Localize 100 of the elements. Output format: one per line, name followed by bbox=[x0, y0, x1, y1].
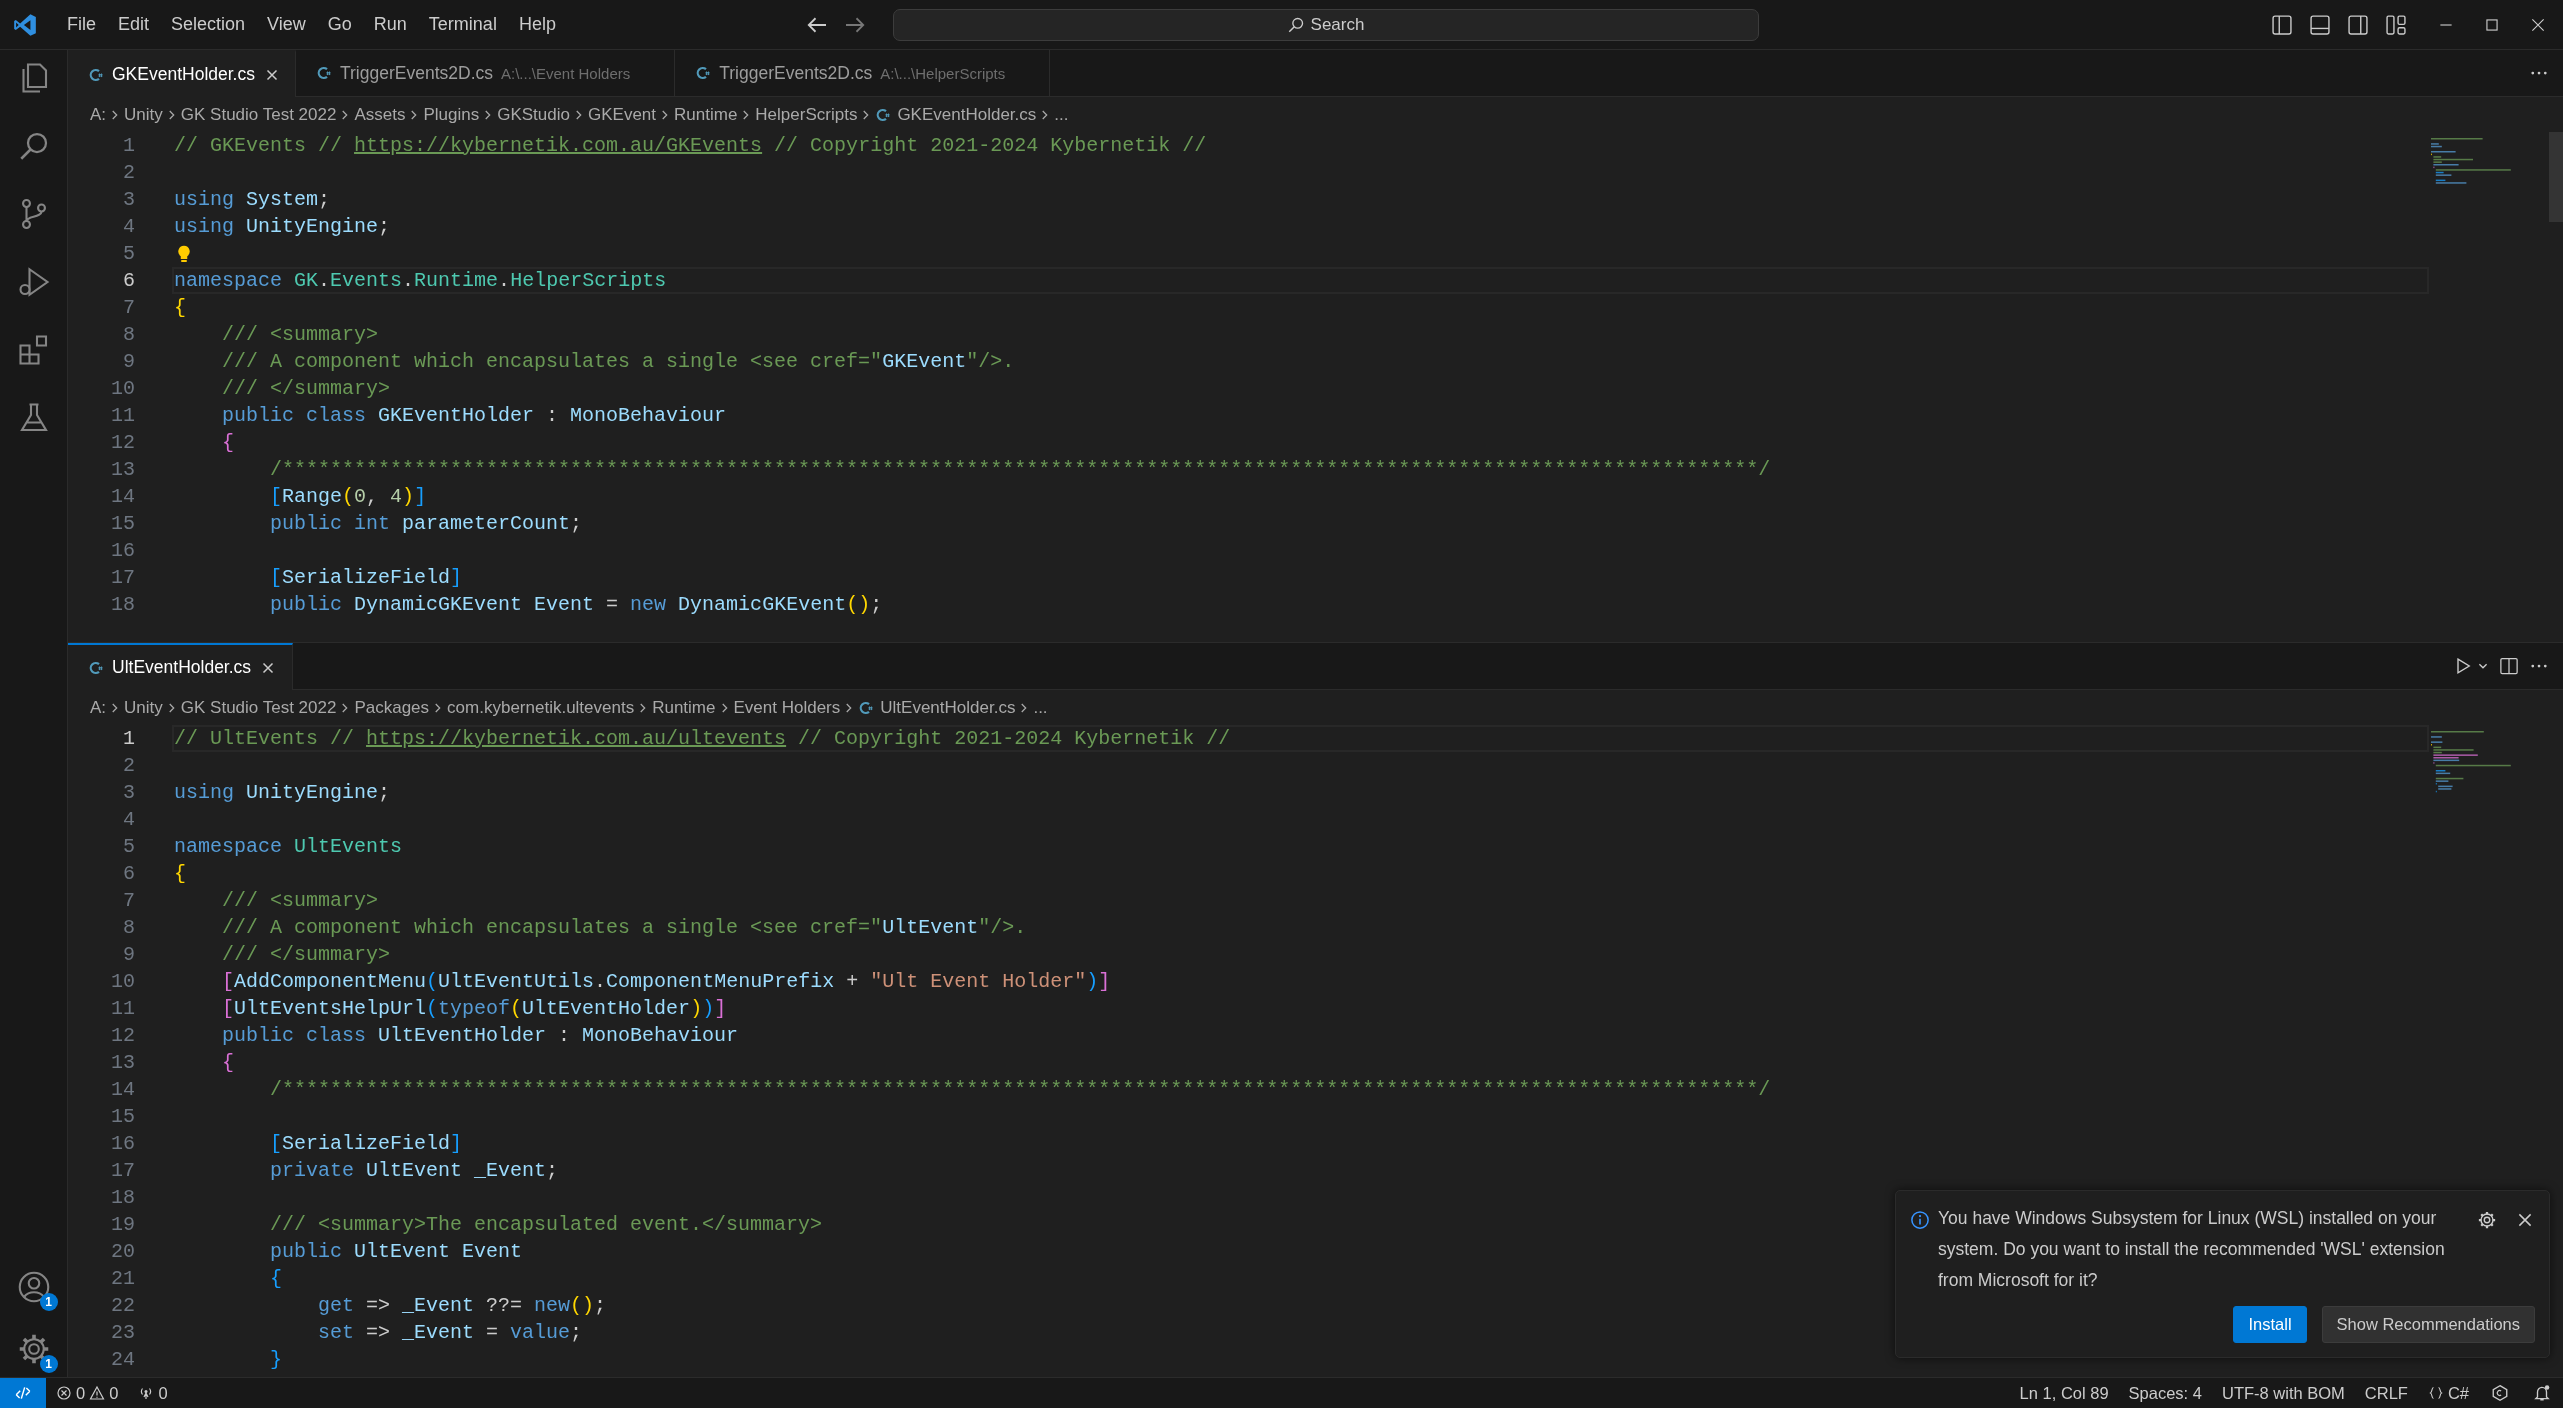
breadcrumb-item[interactable]: UltEventHolder.cs bbox=[858, 697, 1016, 718]
line-number: 7 bbox=[122, 296, 135, 319]
code-line: { bbox=[269, 1267, 283, 1290]
csharp-file-icon bbox=[88, 659, 104, 676]
ports-status[interactable]: 0 bbox=[128, 1383, 178, 1403]
breadcrumb-item[interactable]: Runtime bbox=[652, 697, 716, 718]
braces-icon bbox=[2427, 1385, 2444, 1401]
line-number: 12 bbox=[110, 431, 135, 454]
tab-label[interactable]: TriggerEvents2D.cs bbox=[340, 62, 493, 84]
code-line: } bbox=[269, 1348, 283, 1371]
menu-item[interactable]: View bbox=[256, 10, 317, 39]
notification-button[interactable]: Show Recommendations bbox=[2321, 1306, 2535, 1343]
problems-status[interactable]: 0 0 bbox=[46, 1383, 129, 1403]
breadcrumb-item[interactable]: Assets bbox=[354, 104, 406, 125]
line-number: 14 bbox=[110, 485, 135, 508]
bell-icon[interactable] bbox=[2533, 1384, 2551, 1402]
line-number: 24 bbox=[110, 1348, 135, 1371]
line-number: 2 bbox=[122, 161, 135, 184]
breadcrumb-item[interactable]: A: bbox=[90, 697, 107, 718]
menu-item[interactable]: Help bbox=[507, 10, 567, 39]
line-number: 21 bbox=[110, 1267, 135, 1290]
code-line: { bbox=[174, 296, 186, 319]
split-editor-icon[interactable] bbox=[2499, 656, 2519, 676]
status-item[interactable]: Spaces: 4 bbox=[2118, 1383, 2212, 1403]
menu-item[interactable]: Run bbox=[362, 10, 418, 39]
link[interactable]: https://kybernetik.com.au/GKEvents bbox=[354, 134, 763, 157]
line-number: 10 bbox=[110, 377, 135, 400]
status-item[interactable]: UTF-8 with BOM bbox=[2211, 1383, 2355, 1403]
error-icon bbox=[56, 1385, 72, 1401]
code-line: /***************************************************************************************************************************/ bbox=[269, 1078, 1771, 1101]
status-item[interactable]: Ln 1, Col 89 bbox=[2009, 1383, 2119, 1403]
menu-item[interactable]: Go bbox=[316, 10, 363, 39]
breadcrumb-item[interactable]: GKEvent bbox=[588, 104, 657, 125]
csharp-file-icon bbox=[858, 699, 875, 716]
secondary-sidebar-icon[interactable] bbox=[2347, 13, 2369, 36]
breadcrumb-item[interactable]: GK Studio Test 2022 bbox=[180, 104, 337, 125]
tab-description: A:\...\HelperScripts bbox=[880, 64, 1006, 82]
line-number: 23 bbox=[110, 1321, 135, 1344]
menu-item[interactable]: File bbox=[56, 10, 107, 39]
tab-label[interactable]: GKEventHolder.cs bbox=[112, 64, 255, 85]
menu-item[interactable]: Terminal bbox=[417, 10, 508, 39]
line-number: 4 bbox=[122, 808, 135, 831]
code-line: private UltEvent _Event; bbox=[269, 1159, 559, 1182]
breadcrumb-item[interactable]: HelperScripts bbox=[755, 104, 858, 125]
breadcrumb-item[interactable]: Unity bbox=[124, 697, 163, 718]
line-number: 8 bbox=[122, 916, 135, 939]
code-line: namespace GK.Events.Runtime.HelperScripts bbox=[174, 269, 667, 292]
breadcrumb-item[interactable]: Event Holders bbox=[733, 697, 841, 718]
sidebar-toggle-icon[interactable] bbox=[2271, 13, 2293, 36]
editor-tab[interactable]: GKEventHolder.cs bbox=[68, 50, 296, 97]
remote-button[interactable] bbox=[0, 1378, 46, 1408]
breadcrumb-item[interactable]: Unity bbox=[124, 104, 163, 125]
status-item[interactable]: CRLF bbox=[2354, 1383, 2418, 1403]
breadcrumb-item[interactable]: ... bbox=[1054, 104, 1069, 125]
menu-item[interactable]: Edit bbox=[107, 10, 161, 39]
editor-tab[interactable]: UltEventHolder.cs bbox=[68, 643, 293, 690]
line-number: 16 bbox=[110, 539, 135, 562]
settings-icon[interactable] bbox=[2477, 1210, 2497, 1230]
notification-button[interactable]: Install bbox=[2233, 1306, 2307, 1343]
language-status[interactable]: C# bbox=[2417, 1383, 2479, 1403]
line-number: 18 bbox=[110, 1186, 135, 1209]
breadcrumb-item[interactable]: GK Studio Test 2022 bbox=[180, 697, 337, 718]
csharp-file-icon bbox=[88, 66, 104, 83]
hexagon-icon[interactable] bbox=[2491, 1384, 2509, 1402]
code-line: // UltEvents // https://kybernetik.com.au/ultevents // Copyright 2021-2024 Kybernetik // bbox=[174, 727, 1231, 750]
line-number: 3 bbox=[122, 188, 135, 211]
csharp-file-icon bbox=[875, 106, 892, 123]
tab-label[interactable]: TriggerEvents2D.cs bbox=[719, 62, 873, 84]
breadcrumb-item[interactable]: GKStudio bbox=[497, 104, 570, 125]
breadcrumb-item[interactable]: ... bbox=[1033, 697, 1048, 718]
line-number: 17 bbox=[110, 566, 135, 589]
tab-label[interactable]: UltEventHolder.cs bbox=[112, 657, 252, 678]
breadcrumb-item[interactable]: GKEventHolder.cs bbox=[875, 104, 1037, 125]
line-number: 15 bbox=[110, 512, 135, 535]
notification-badge: 1 bbox=[39, 1355, 58, 1373]
code-line: [UltEventsHelpUrl(typeof(UltEventHolder))] bbox=[221, 997, 727, 1020]
code-line: set => _Event = value; bbox=[317, 1321, 583, 1344]
layout-icon[interactable] bbox=[2385, 13, 2407, 36]
code-line: get => _Event ??= new(); bbox=[317, 1294, 607, 1317]
line-number: 4 bbox=[122, 215, 135, 238]
line-number: 17 bbox=[110, 1159, 135, 1182]
link[interactable]: https://kybernetik.com.au/ultevents bbox=[366, 727, 787, 750]
panel-toggle-icon[interactable] bbox=[2309, 13, 2331, 36]
line-number: 6 bbox=[122, 269, 135, 292]
search-field[interactable]: Search bbox=[892, 8, 1759, 41]
line-number: 8 bbox=[122, 323, 135, 346]
breadcrumb-item[interactable]: Packages bbox=[354, 697, 430, 718]
code-line: public class GKEventHolder : MonoBehaviour bbox=[221, 404, 727, 427]
csharp-file-icon bbox=[695, 65, 712, 81]
notification-badge: 1 bbox=[39, 1293, 58, 1311]
breadcrumb-item[interactable]: com.kybernetik.ultevents bbox=[447, 697, 635, 718]
code-line: /// </summary> bbox=[221, 377, 391, 400]
code-line: /// A component which encapsulates a single <see cref="GKEvent"/>. bbox=[221, 350, 1015, 373]
code-line: /***************************************************************************************************************************/ bbox=[269, 458, 1771, 481]
menu-item[interactable]: Selection bbox=[160, 10, 257, 39]
breadcrumb-item[interactable]: Plugins bbox=[423, 104, 480, 125]
code-line: [Range(0, 4)] bbox=[269, 485, 427, 508]
code-line: /// <summary> bbox=[221, 889, 379, 912]
breadcrumb-item[interactable]: Runtime bbox=[674, 104, 738, 125]
breadcrumb-item[interactable]: A: bbox=[90, 104, 107, 125]
